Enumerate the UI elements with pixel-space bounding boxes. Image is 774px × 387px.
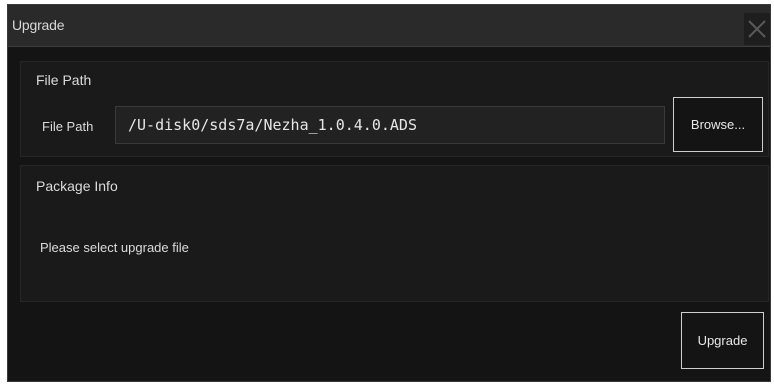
file-path-section: File Path File Path /U-disk0/sds7a/Nezha… <box>20 61 769 157</box>
dialog-title: Upgrade <box>12 17 65 33</box>
browse-button[interactable]: Browse... <box>673 97 763 152</box>
title-bar: Upgrade <box>8 5 770 47</box>
file-path-field-label: File Path <box>42 119 94 134</box>
file-path-heading: File Path <box>36 72 92 88</box>
package-info-heading: Package Info <box>36 178 118 194</box>
upgrade-dialog: Upgrade File Path File Path /U-disk0/sds… <box>7 4 771 382</box>
package-info-section: Package Info Please select upgrade file <box>20 165 769 302</box>
package-status-text: Please select upgrade file <box>40 240 189 255</box>
file-path-input[interactable]: /U-disk0/sds7a/Nezha_1.0.4.0.ADS <box>115 106 665 144</box>
close-button[interactable] <box>744 13 770 45</box>
close-x-icon <box>748 20 766 38</box>
upgrade-button[interactable]: Upgrade <box>681 312 764 369</box>
